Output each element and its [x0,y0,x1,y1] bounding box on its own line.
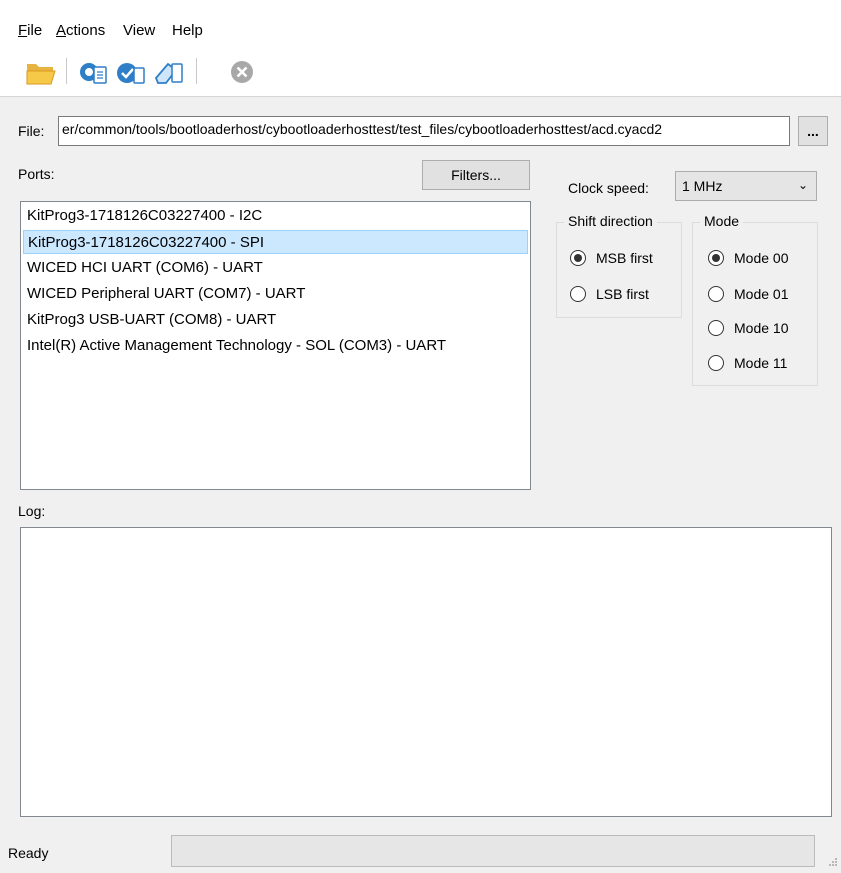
shift-direction-title: Shift direction [564,213,657,229]
menu-view[interactable]: View [123,22,155,39]
shift-direction-group [556,222,682,318]
list-item[interactable]: KitProg3 USB-UART (COM8) - UART [23,308,276,332]
menu-help[interactable]: Help [172,22,203,39]
clock-speed-select[interactable]: 1 MHz ⌄ [675,171,817,201]
mode-11-label: Mode 11 [734,355,788,371]
log-label: Log: [18,503,46,519]
msb-first-label: MSB first [596,250,653,266]
list-item[interactable]: WICED Peripheral UART (COM7) - UART [23,282,305,306]
file-label: File: [18,123,45,139]
status-bar: Ready [0,830,841,873]
radio-mode-10[interactable] [708,320,724,336]
menu-help-label: Help [172,22,203,39]
radio-mode-01[interactable] [708,286,724,302]
file-path-field[interactable]: er/common/tools/bootloaderhost/cybootloa… [58,116,790,146]
menu-file-label: File [18,22,43,39]
erase-icon[interactable] [152,56,186,88]
menu-actions-label: Actions [56,22,106,39]
radio-msb-first[interactable] [570,250,586,266]
chevron-down-icon: ⌄ [797,178,808,192]
list-item[interactable]: Intel(R) Active Management Technology - … [23,334,446,358]
program-icon[interactable] [76,56,110,88]
resize-grip-icon[interactable] [828,854,838,866]
list-item-selected[interactable]: KitProg3-1718126C03227400 - SPI [23,230,528,254]
log-area[interactable] [20,527,832,817]
toolbar-separator [66,58,67,84]
menu-bar: File Actions View Help [0,0,841,44]
ports-list[interactable]: KitProg3-1718126C03227400 - I2C KitProg3… [20,201,531,490]
toolbar [0,44,841,97]
mode-00-label: Mode 00 [734,250,789,266]
radio-mode-00[interactable] [708,250,724,266]
open-folder-icon[interactable] [24,56,58,88]
verify-icon[interactable] [114,56,148,88]
abort-icon[interactable] [228,56,262,88]
status-text: Ready [8,845,49,861]
progress-bar [171,835,815,867]
filters-button[interactable]: Filters... [422,160,530,190]
radio-mode-11[interactable] [708,355,724,371]
radio-lsb-first[interactable] [570,286,586,302]
radio-selected-dot [574,254,582,262]
toolbar-separator [196,58,197,84]
lsb-first-label: LSB first [596,286,649,302]
menu-view-label: View [123,22,156,39]
clock-speed-label: Clock speed: [568,180,649,196]
radio-selected-dot [712,254,720,262]
menu-actions[interactable]: Actions [56,22,105,39]
mode-01-label: Mode 01 [734,286,789,302]
list-item[interactable]: KitProg3-1718126C03227400 - I2C [23,204,262,228]
menu-file[interactable]: File [18,22,42,39]
mode-title: Mode [700,213,744,229]
browse-button[interactable]: ... [798,116,828,146]
list-item[interactable]: WICED HCI UART (COM6) - UART [23,256,263,280]
ports-label: Ports: [18,166,55,182]
clock-speed-value: 1 MHz [682,178,723,194]
mode-10-label: Mode 10 [734,320,789,336]
